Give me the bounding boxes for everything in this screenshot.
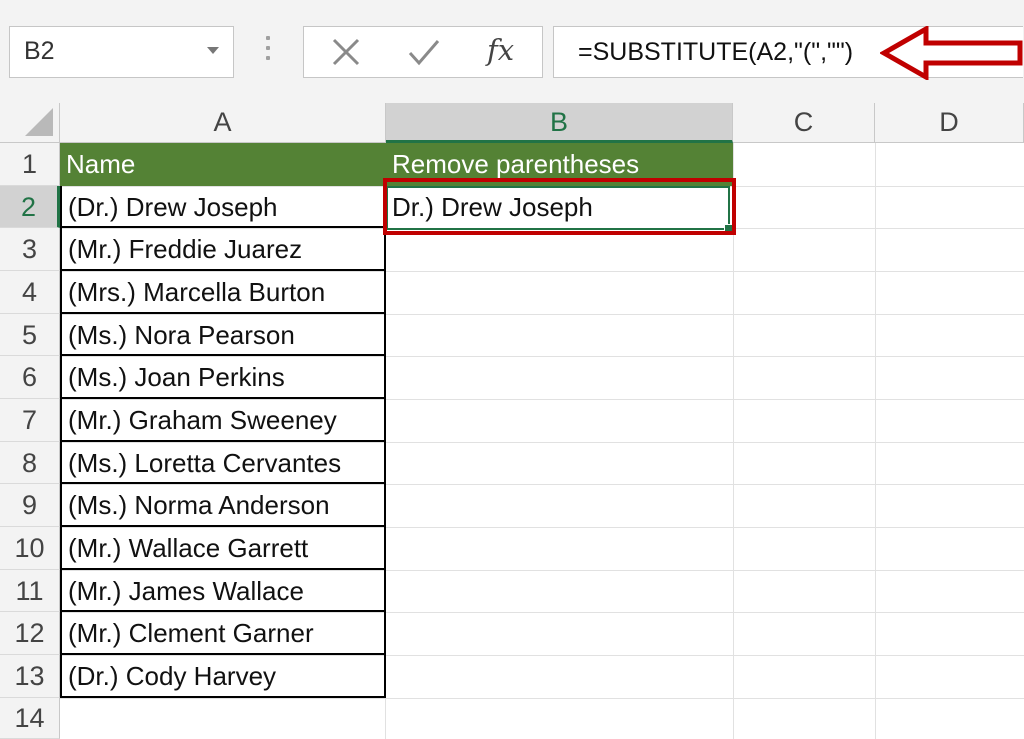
row-header-7[interactable]: 7 [0, 399, 60, 442]
cell-a6[interactable]: (Ms.) Joan Perkins [60, 356, 386, 399]
cell-a12[interactable]: (Mr.) Clement Garner [60, 612, 386, 655]
row-header-13[interactable]: 13 [0, 655, 60, 698]
cell-a4[interactable]: (Mrs.) Marcella Burton [60, 271, 386, 314]
row-header-10[interactable]: 10 [0, 527, 60, 570]
cell-a8[interactable]: (Ms.) Loretta Cervantes [60, 442, 386, 484]
select-all-corner[interactable] [0, 103, 60, 143]
row-header-11[interactable]: 11 [0, 570, 60, 612]
cell-a11[interactable]: (Mr.) James Wallace [60, 570, 386, 612]
row-header-2[interactable]: 2 [0, 186, 60, 228]
highlight-box [383, 178, 736, 235]
cell-a2[interactable]: (Dr.) Drew Joseph [60, 186, 386, 228]
name-box-value: B2 [24, 37, 55, 65]
chevron-down-icon[interactable] [207, 47, 219, 54]
drag-handle-icon[interactable] [266, 36, 270, 66]
gridline [60, 698, 1024, 699]
gridline [875, 143, 876, 739]
row-header-8[interactable]: 8 [0, 442, 60, 484]
row-header-14[interactable]: 14 [0, 698, 60, 739]
cell-a10[interactable]: (Mr.) Wallace Garrett [60, 527, 386, 570]
row-header-6[interactable]: 6 [0, 356, 60, 399]
column-header-c[interactable]: C [733, 103, 875, 143]
name-box[interactable]: B2 [9, 26, 234, 78]
column-header-a[interactable]: A [60, 103, 386, 143]
row-header-3[interactable]: 3 [0, 228, 60, 271]
confirm-check-icon[interactable] [404, 35, 444, 69]
cell-a3[interactable]: (Mr.) Freddie Juarez [60, 228, 386, 271]
formula-actions: fx [303, 26, 543, 78]
column-header-b[interactable]: B [386, 103, 733, 143]
cancel-x-icon[interactable] [326, 35, 366, 69]
cell-a7[interactable]: (Mr.) Graham Sweeney [60, 399, 386, 442]
cell-a1[interactable]: Name [60, 143, 386, 186]
row-header-12[interactable]: 12 [0, 612, 60, 655]
cell-a13[interactable]: (Dr.) Cody Harvey [60, 655, 386, 698]
formula-text: =SUBSTITUTE(A2,"(","") [578, 38, 854, 66]
arrow-left-icon [880, 26, 1023, 80]
insert-function-icon[interactable]: fx [487, 33, 514, 67]
formula-bar-area: B2 fx =SUBSTITUTE(A2,"(","") [0, 0, 1024, 103]
column-header-d[interactable]: D [875, 103, 1024, 143]
row-header-4[interactable]: 4 [0, 271, 60, 314]
row-header-5[interactable]: 5 [0, 314, 60, 356]
row-header-1[interactable]: 1 [0, 143, 60, 186]
cell-a9[interactable]: (Ms.) Norma Anderson [60, 484, 386, 527]
cell-a5[interactable]: (Ms.) Nora Pearson [60, 314, 386, 356]
row-header-9[interactable]: 9 [0, 484, 60, 527]
